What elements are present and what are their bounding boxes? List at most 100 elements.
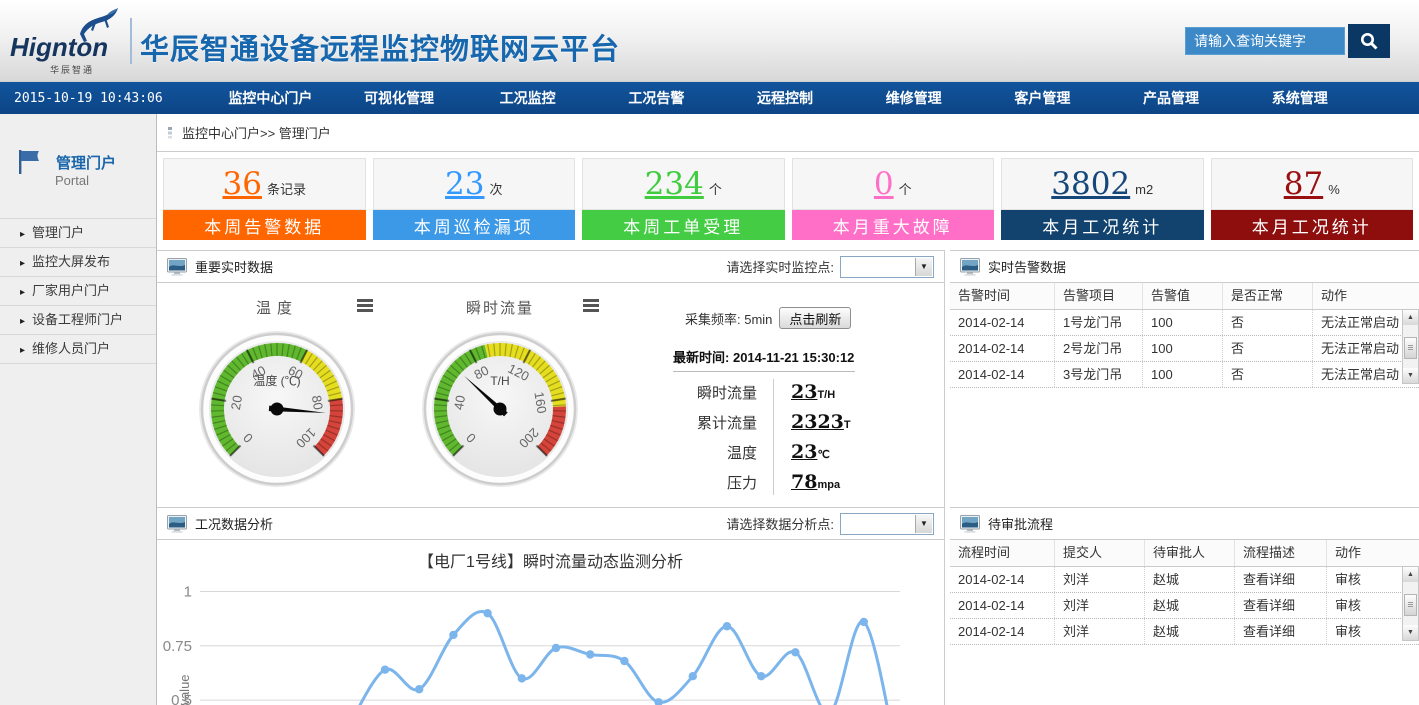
table-cell[interactable]: 查看详细 [1235,567,1327,592]
breadcrumb-text: 监控中心门户>> 管理门户 [182,123,331,142]
reading-label: 温度 [627,442,773,463]
nav-item[interactable]: 系统管理 [1235,88,1364,108]
column-header: 动作 [1313,283,1402,309]
table-row: 2014-02-142号龙门吊100否无法正常启动 [950,336,1419,362]
stat-card-value: 0 [874,159,894,209]
svg-text:80: 80 [309,394,326,411]
sidebar-item[interactable]: ▸设备工程师门户 [0,306,156,335]
latest-time-value: 2014-11-21 15:30:12 [733,350,854,365]
table-header-row: 告警时间告警项目告警值是否正常动作 [950,283,1419,310]
stat-card[interactable]: 234个本周工单受理 [582,158,785,240]
table-cell[interactable]: 查看详细 [1235,619,1327,644]
nav-item[interactable]: 工况监控 [463,88,592,108]
column-header: 告警时间 [950,283,1055,309]
flag-icon [15,148,43,176]
sidebar-item-label: 维修人员门户 [32,341,110,356]
table-cell: 100 [1143,310,1223,335]
hamburger-menu-icon[interactable] [357,299,373,314]
table-cell: 无法正常启动 [1313,310,1402,335]
nav-item[interactable]: 维修管理 [849,88,978,108]
table-cell: 赵城 [1145,619,1235,644]
sidebar-item[interactable]: ▸厂家用户门户 [0,277,156,306]
latest-time-row: 最新时间: 2014-11-21 15:30:12 [673,347,854,366]
stat-card-label: 本月工况统计 [1001,210,1204,240]
scroll-up-arrow-icon[interactable]: ▲ [1403,567,1418,582]
approval-table: 流程时间提交人待审批人流程描述动作2014-02-14刘洋赵城查看详细审核201… [950,540,1419,645]
chevron-down-icon[interactable]: ▼ [915,258,932,276]
hamburger-menu-icon[interactable] [583,299,599,314]
sidebar-item[interactable]: ▸ 管理门户 [0,219,156,248]
left-column: 重要实时数据 请选择实时监控点: ▼ 温度 瞬时流量 020406080100温… [157,250,945,705]
monitor-point-select[interactable]: ▼ [840,256,934,278]
table-cell: 2号龙门吊 [1055,336,1143,361]
stat-card-value-box: 3802m2 [1001,158,1204,210]
table-cell[interactable]: 审核 [1327,567,1402,592]
triangle-right-icon: ▸ [20,229,25,240]
nav-item[interactable]: 客户管理 [978,88,1107,108]
table-cell[interactable]: 审核 [1327,593,1402,618]
reading-value: 23℃ [773,441,927,463]
analysis-point-select[interactable]: ▼ [840,513,934,535]
nav-item[interactable]: 产品管理 [1107,88,1236,108]
stat-card[interactable]: 36条记录本周告警数据 [163,158,366,240]
table-cell: 1号龙门吊 [1055,310,1143,335]
column-header: 动作 [1327,540,1402,566]
table-cell: 否 [1223,336,1313,361]
scroll-down-arrow-icon[interactable]: ▼ [1403,625,1418,640]
stat-card[interactable]: 0个本月重大故障 [792,158,995,240]
approval-section-title: 待审批流程 [988,514,1053,533]
table-cell: 否 [1223,310,1313,335]
svg-text:40: 40 [451,394,468,411]
alarm-table: 告警时间告警项目告警值是否正常动作2014-02-141号龙门吊100否无法正常… [950,283,1419,388]
stat-card-value: 234 [645,159,704,209]
scrollbar-thumb[interactable] [1404,337,1417,359]
search-button[interactable] [1348,24,1390,58]
stat-card-value-box: 234个 [582,158,785,210]
table-cell[interactable]: 审核 [1327,619,1402,644]
table-header-row: 流程时间提交人待审批人流程描述动作 [950,540,1419,567]
table-cell: 赵城 [1145,567,1235,592]
stat-card[interactable]: 3802m2本月工况统计 [1001,158,1204,240]
svg-text:温度 (℃): 温度 (℃) [253,373,300,388]
sidebar-item[interactable]: ▸监控大屏发布 [0,248,156,277]
latest-time-label: 最新时间: [673,350,729,365]
nav-item[interactable]: 可视化管理 [335,88,464,108]
flow-line-chart: 10.750.5value [157,540,943,705]
sidebar-item[interactable]: ▸ 维修人员门户 [0,335,156,364]
reading-value: 2323T [773,411,927,433]
triangle-right-icon: ▸ [20,345,25,356]
stat-card-value: 3802 [1051,159,1130,209]
table-cell: 2014-02-14 [950,310,1055,335]
reading-value: 23T/H [773,381,927,403]
sidebar-item-label: 设备工程师门户 [32,312,123,327]
sidebar-item-label: 管理门户 [32,225,84,240]
nav-item[interactable]: 工况告警 [592,88,721,108]
scroll-up-arrow-icon[interactable]: ▲ [1403,310,1418,325]
stat-card-label: 本月工况统计 [1211,210,1414,240]
gauges-panel: 温度 瞬时流量 020406080100温度 (℃) 0408012016020… [157,283,944,507]
dashboard-page: Hignton 华辰智通 华辰智通设备远程监控物联网云平台 2015-10-19… [0,0,1419,705]
table-cell[interactable]: 查看详细 [1235,593,1327,618]
nav-item[interactable]: 监控中心门户 [206,88,335,108]
table-cell: 无法正常启动 [1313,362,1402,387]
scroll-down-arrow-icon[interactable]: ▼ [1403,368,1418,383]
monitor-point-select-label: 请选择实时监控点: [726,257,834,276]
chevron-down-icon[interactable]: ▼ [915,515,932,533]
scrollbar: ▲ ▼ [1402,309,1419,384]
table-cell: 刘洋 [1055,619,1145,644]
monitor-icon [960,515,980,533]
scrollbar-thumb[interactable] [1404,594,1417,616]
approval-section-header: 待审批流程 [950,507,1419,540]
table-cell: 无法正常启动 [1313,336,1402,361]
stat-card-label: 本周工单受理 [582,210,785,240]
nav-item[interactable]: 远程控制 [721,88,850,108]
table-row: 2014-02-14刘洋赵城查看详细审核 [950,593,1419,619]
stat-card-unit: 次 [489,179,502,198]
page-header: Hignton 华辰智通 华辰智通设备远程监控物联网云平台 [0,0,1419,82]
reading-row: 温度23℃ [627,437,927,467]
reading-unit: T [844,419,851,431]
stat-card[interactable]: 87%本月工况统计 [1211,158,1414,240]
search-input[interactable] [1185,27,1345,55]
stat-card[interactable]: 23次本周巡检漏项 [373,158,576,240]
refresh-button[interactable]: 点击刷新 [779,307,851,329]
